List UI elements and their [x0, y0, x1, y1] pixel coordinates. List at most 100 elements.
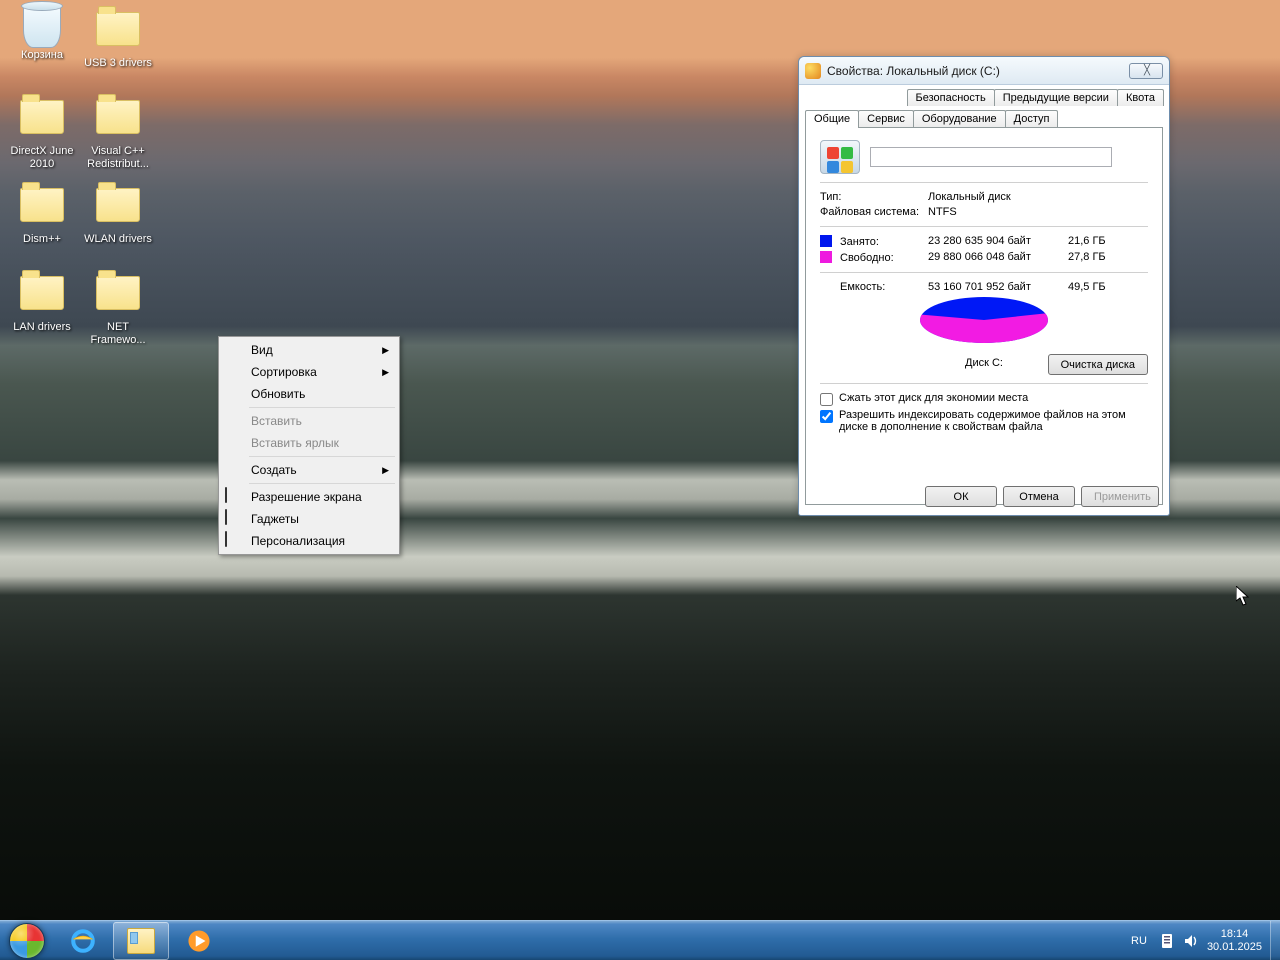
folder-icon: [20, 100, 64, 134]
icon-label: Корзина: [4, 49, 80, 62]
ctx-label: Вид: [251, 343, 273, 357]
ctx-item-personalize[interactable]: Персонализация: [221, 530, 397, 552]
drive-icon: [805, 63, 821, 79]
drive-large-icon: [820, 140, 860, 174]
separator: [249, 407, 395, 408]
capacity-bytes: 53 160 701 952 байт: [928, 281, 1068, 293]
usage-pie-chart: [920, 297, 1048, 355]
folder-icon: [96, 188, 140, 222]
file-explorer-icon: [127, 928, 155, 954]
taskbar-clock[interactable]: 18:14 30.01.2025: [1207, 928, 1262, 954]
ctx-label: Гаджеты: [251, 512, 299, 526]
start-button[interactable]: [0, 921, 54, 960]
drive-name-input[interactable]: [870, 147, 1112, 167]
ctx-item-gadgets[interactable]: Гаджеты: [221, 508, 397, 530]
titlebar[interactable]: Свойства: Локальный диск (C:) ╳: [799, 57, 1169, 85]
desktop-icon-folder[interactable]: Dism++: [4, 180, 80, 246]
folder-icon: [96, 100, 140, 134]
icon-label: LAN drivers: [4, 321, 80, 334]
tab-general[interactable]: Общие: [805, 110, 859, 128]
ctx-item-new[interactable]: Создать▶: [221, 459, 397, 481]
desktop-icon-folder[interactable]: LAN drivers: [4, 268, 80, 334]
compress-label: Сжать этот диск для экономии места: [839, 392, 1028, 404]
capacity-label: Емкость:: [820, 281, 928, 293]
desktop-icon-folder[interactable]: USB 3 drivers: [80, 4, 156, 70]
folder-icon: [20, 188, 64, 222]
desktop-icon-folder[interactable]: WLAN drivers: [80, 180, 156, 246]
ctx-label: Персонализация: [251, 534, 345, 548]
desktop-icon-recycle-bin[interactable]: Корзина: [4, 4, 80, 62]
tab-sharing[interactable]: Доступ: [1005, 110, 1059, 127]
icon-label: DirectX June 2010: [4, 145, 80, 171]
type-label: Тип:: [820, 191, 928, 203]
icon-label: WLAN drivers: [80, 233, 156, 246]
ctx-label: Вставить: [251, 414, 302, 428]
icon-label: NET Framewo...: [80, 321, 156, 347]
separator: [249, 456, 395, 457]
tab-row-upper: Безопасность Предыдущие версии Квота: [799, 85, 1169, 106]
separator: [249, 483, 395, 484]
ctx-label: Обновить: [251, 387, 305, 401]
gadgets-icon: [225, 509, 227, 525]
folder-icon: [20, 276, 64, 310]
show-desktop-button[interactable]: [1270, 921, 1280, 960]
windows-orb-icon: [9, 923, 45, 959]
action-center-icon[interactable]: [1159, 933, 1175, 949]
icon-label: Dism++: [4, 233, 80, 246]
used-bytes: 23 280 635 904 байт: [928, 235, 1068, 248]
fs-label: Файловая система:: [820, 206, 928, 218]
compress-checkbox[interactable]: [820, 393, 833, 406]
disk-cleanup-button[interactable]: Очистка диска: [1048, 354, 1148, 375]
compress-checkbox-row[interactable]: Сжать этот диск для экономии места: [820, 392, 1148, 406]
taskbar-media-player[interactable]: [171, 922, 227, 960]
tab-hardware[interactable]: Оборудование: [913, 110, 1006, 127]
ctx-label: Разрешение экрана: [251, 490, 362, 504]
personalize-icon: [225, 531, 227, 547]
ctx-item-paste: Вставить: [221, 410, 397, 432]
ctx-label: Сортировка: [251, 365, 317, 379]
tab-previous-versions[interactable]: Предыдущие версии: [994, 89, 1118, 106]
index-label: Разрешить индексировать содержимое файло…: [839, 409, 1148, 433]
free-swatch: [820, 251, 832, 263]
folder-icon: [96, 276, 140, 310]
chevron-right-icon: ▶: [382, 465, 389, 476]
type-value: Локальный диск: [928, 191, 1011, 203]
tab-panel-general: Тип:Локальный диск Файловая система:NTFS…: [805, 127, 1163, 505]
ok-button[interactable]: ОК: [925, 486, 997, 507]
desktop-icon-folder[interactable]: DirectX June 2010: [4, 92, 80, 171]
ctx-label: Вставить ярлык: [251, 436, 339, 450]
tab-quota[interactable]: Квота: [1117, 89, 1164, 106]
tab-security[interactable]: Безопасность: [907, 89, 995, 106]
close-button[interactable]: ╳: [1129, 63, 1163, 79]
ctx-item-refresh[interactable]: Обновить: [221, 383, 397, 405]
used-gb: 21,6 ГБ: [1068, 235, 1128, 248]
desktop-icon-folder[interactable]: NET Framewo...: [80, 268, 156, 347]
ctx-item-view[interactable]: Вид ▶: [221, 339, 397, 361]
tab-row-lower: Общие Сервис Оборудование Доступ: [799, 106, 1169, 127]
tab-tools[interactable]: Сервис: [858, 110, 914, 127]
apply-button[interactable]: Применить: [1081, 486, 1159, 507]
ctx-item-screen-resolution[interactable]: Разрешение экрана: [221, 486, 397, 508]
recycle-bin-icon: [23, 4, 61, 48]
index-checkbox[interactable]: [820, 410, 833, 423]
desktop-icon-folder[interactable]: Visual C++ Redistribut...: [80, 92, 156, 171]
time-text: 18:14: [1207, 928, 1262, 941]
window-title: Свойства: Локальный диск (C:): [827, 64, 1129, 78]
cancel-button[interactable]: Отмена: [1003, 486, 1075, 507]
chevron-right-icon: ▶: [382, 345, 389, 356]
taskbar-ie[interactable]: [55, 922, 111, 960]
taskbar[interactable]: RU 18:14 30.01.2025: [0, 920, 1280, 960]
taskbar-explorer[interactable]: [113, 922, 169, 960]
date-text: 30.01.2025: [1207, 941, 1262, 954]
media-player-icon: [185, 928, 213, 954]
chevron-right-icon: ▶: [382, 367, 389, 378]
ctx-item-sort[interactable]: Сортировка ▶: [221, 361, 397, 383]
volume-icon[interactable]: [1183, 933, 1199, 949]
index-checkbox-row[interactable]: Разрешить индексировать содержимое файло…: [820, 409, 1148, 433]
disk-properties-dialog: Свойства: Локальный диск (C:) ╳ Безопасн…: [798, 56, 1170, 516]
free-bytes: 29 880 066 048 байт: [928, 251, 1068, 264]
language-indicator[interactable]: RU: [1127, 933, 1151, 949]
free-label: Свободно:: [840, 252, 894, 264]
used-swatch: [820, 235, 832, 247]
used-label: Занято:: [840, 236, 879, 248]
